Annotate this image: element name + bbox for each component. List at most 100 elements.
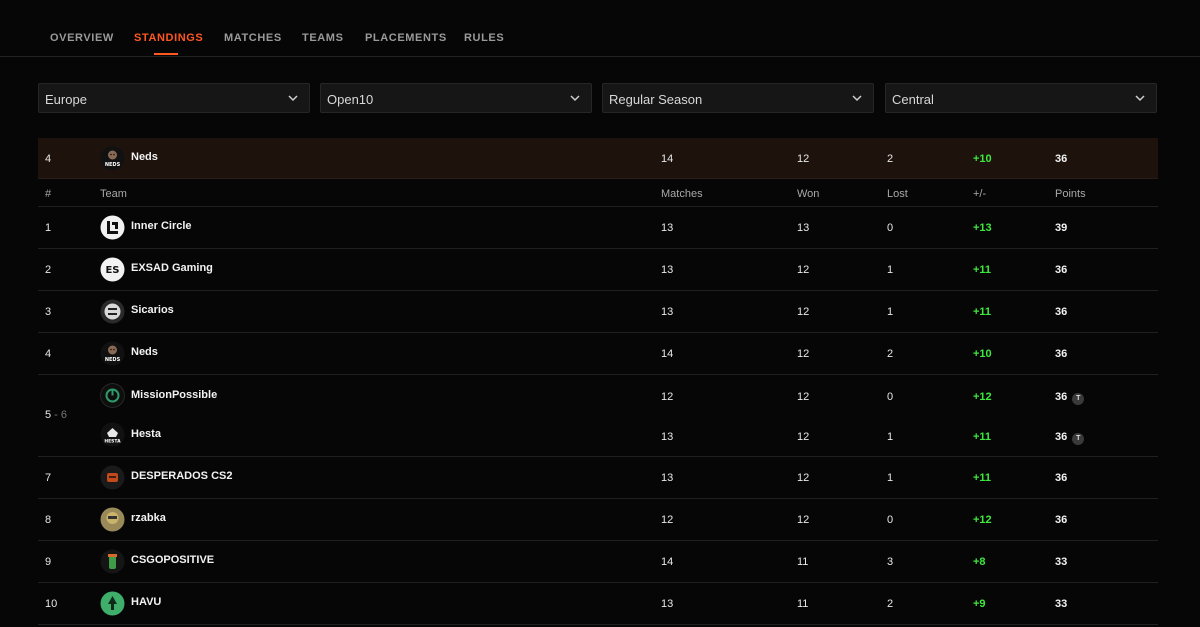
matches-value: 13 (661, 598, 674, 610)
won-value: 12 (797, 348, 810, 360)
team-name[interactable]: Neds (131, 151, 158, 163)
stage-select[interactable]: Regular Season (602, 83, 874, 113)
column-header-lost: Lost (887, 188, 908, 200)
points-value: 36 T (1055, 431, 1085, 445)
havu-logo-icon (100, 591, 125, 616)
rank: 3 (45, 306, 52, 318)
tab-placements[interactable]: PLACEMENTS (365, 32, 447, 44)
rank: 4 (45, 348, 52, 360)
lost-value: 3 (887, 556, 894, 568)
tab-matches[interactable]: MATCHES (224, 32, 282, 44)
diff-value: +8 (973, 556, 986, 568)
points-value: 33 (1055, 598, 1068, 610)
table-row[interactable]: 1 Inner Circle 13 13 0 +13 39 (38, 207, 1158, 249)
tiebreaker-badge[interactable]: T (1072, 433, 1085, 445)
active-tab-indicator (154, 53, 178, 55)
column-header-points: Points (1055, 188, 1086, 200)
points-value: 36 (1055, 306, 1068, 318)
sicarios-logo-icon (100, 299, 125, 324)
lost-value: 0 (887, 391, 894, 403)
won-value: 11 (797, 598, 809, 610)
lost-value: 2 (887, 348, 894, 360)
team-name[interactable]: HAVU (131, 596, 161, 608)
exsad-logo-icon: ES (100, 257, 125, 282)
team-name[interactable]: rzabka (131, 512, 166, 524)
points-value: 36 T (1055, 391, 1085, 405)
rzabka-logo-icon (100, 507, 125, 532)
team-name[interactable]: Sicarios (131, 304, 174, 316)
points-value: 36 (1055, 472, 1068, 484)
rank: 10 (45, 598, 58, 610)
won-value: 12 (797, 264, 810, 276)
diff-value: +11 (973, 431, 992, 443)
table-row[interactable]: 8 rzabka 12 12 0 +12 36 (38, 499, 1158, 541)
column-header-rank: # (45, 188, 52, 200)
team-name[interactable]: Neds (131, 346, 158, 358)
table-row[interactable]: 9 CSGOPOSITIVE 14 11 3 +8 33 (38, 541, 1158, 583)
tab-standings[interactable]: STANDINGS (134, 32, 203, 44)
diff-value: +12 (973, 391, 992, 403)
points-value: 39 (1055, 222, 1068, 234)
diff-value: +13 (973, 222, 992, 234)
diff-value: +9 (973, 598, 986, 610)
svg-text:ES: ES (105, 265, 119, 276)
won-value: 13 (797, 222, 810, 234)
table-row[interactable]: 2 ES EXSAD Gaming 13 12 1 +11 36 (38, 249, 1158, 291)
points-value: 33 (1055, 556, 1068, 568)
chevron-down-icon (852, 95, 862, 102)
column-header-matches: Matches (661, 188, 703, 200)
diff-value: +10 (973, 153, 992, 165)
csgopositive-logo-icon (100, 549, 125, 574)
division-select-value: Open10 (327, 92, 374, 107)
neds-logo-icon: NEDS (100, 146, 125, 171)
chevron-down-icon (1135, 95, 1145, 102)
table-row[interactable]: 7 DESPERADOS CS2 13 12 1 +11 36 (38, 457, 1158, 499)
lost-value: 2 (887, 598, 894, 610)
conference-select-value: Central (892, 92, 934, 107)
team-name[interactable]: Inner Circle (131, 220, 192, 232)
division-select[interactable]: Open10 (320, 83, 592, 113)
standings-table: 4 NEDS Neds 14 12 2 +10 36 # Team Matche… (38, 138, 1158, 625)
desperados-logo-icon (100, 465, 125, 490)
points-value: 36 (1055, 348, 1068, 360)
table-row[interactable]: 10 HAVU 13 11 2 +9 33 (38, 583, 1158, 625)
neds-logo-icon: NEDS (100, 341, 125, 366)
team-name[interactable]: DESPERADOS CS2 (131, 470, 232, 482)
tab-rules[interactable]: RULES (464, 32, 504, 44)
lost-value: 1 (887, 472, 894, 484)
lost-value: 1 (887, 264, 894, 276)
team-name[interactable]: EXSAD Gaming (131, 262, 213, 274)
matches-value: 14 (661, 348, 674, 360)
filter-bar: Europe Open10 Regular Season Central (38, 83, 1158, 113)
hesta-logo-icon: HESTA (100, 422, 125, 447)
lost-value: 1 (887, 306, 894, 318)
tab-overview[interactable]: OVERVIEW (50, 32, 114, 44)
conference-select[interactable]: Central (885, 83, 1157, 113)
matches-value: 12 (661, 514, 674, 526)
diff-value: +10 (973, 348, 992, 360)
won-value: 11 (797, 556, 809, 568)
region-select[interactable]: Europe (38, 83, 310, 113)
points-value: 36 (1055, 264, 1068, 276)
table-row[interactable]: 3 Sicarios 13 12 1 +11 36 (38, 291, 1158, 333)
team-name[interactable]: MissionPossible (131, 389, 217, 401)
team-name[interactable]: CSGOPOSITIVE (131, 554, 214, 566)
won-value: 12 (797, 472, 810, 484)
team-name[interactable]: Hesta (131, 428, 161, 440)
table-row[interactable]: MissionPossible 12 12 0 +12 36 T (38, 376, 1158, 416)
tiebreaker-badge[interactable]: T (1072, 393, 1085, 405)
tab-teams[interactable]: TEAMS (302, 32, 344, 44)
svg-text:NEDS: NEDS (105, 357, 121, 363)
won-value: 12 (797, 514, 810, 526)
matches-value: 13 (661, 264, 674, 276)
diff-value: +11 (973, 264, 992, 276)
tie-group: 5 - 6 MissionPossible 12 12 0 +12 36 T HE… (38, 375, 1158, 457)
rank: 7 (45, 472, 52, 484)
highlighted-team-row[interactable]: 4 NEDS Neds 14 12 2 +10 36 (38, 138, 1158, 179)
table-row[interactable]: HESTA Hesta 13 12 1 +11 36 T (38, 416, 1158, 456)
points-number: 36 (1055, 391, 1068, 403)
matches-value: 13 (661, 222, 674, 234)
top-bar (0, 0, 1200, 18)
table-row[interactable]: 4 NEDS Neds 14 12 2 +10 36 (38, 333, 1158, 375)
won-value: 12 (797, 391, 810, 403)
